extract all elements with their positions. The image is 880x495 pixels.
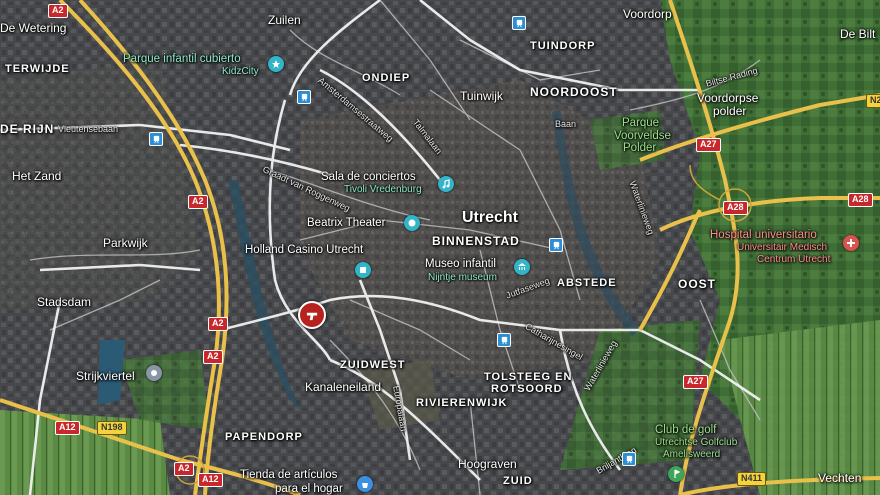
district-label: NOORDOOST: [530, 85, 618, 99]
highway-shield-a2: A2: [48, 4, 68, 18]
district-label: PAPENDORP: [225, 431, 303, 443]
district-label: DE RIJN: [0, 122, 55, 136]
poi-label[interactable]: Utrechtse Golfclub: [655, 438, 737, 448]
place-label: Tuinwijk: [460, 89, 503, 103]
highway-shield-a2: A2: [188, 195, 208, 209]
highway-shield-a2: A2: [203, 350, 223, 364]
music-icon: [442, 179, 450, 189]
place-label: Het Zand: [12, 169, 62, 183]
place-label: Zuilen: [268, 13, 301, 27]
train-station-icon[interactable]: [297, 90, 311, 104]
map-pin-icon[interactable]: [438, 176, 454, 192]
poi-label[interactable]: Museo infantil: [425, 258, 496, 271]
poi-label[interactable]: Tivoli Vredenburg: [344, 185, 422, 195]
map-pin-icon[interactable]: [843, 235, 859, 251]
poi-label[interactable]: Holland Casino Utrecht: [245, 244, 363, 257]
poi-label[interactable]: Parque infantil cubierto: [123, 53, 241, 66]
highway-shield-a2: A2: [208, 317, 228, 331]
train-station-icon[interactable]: [549, 238, 563, 252]
place-label: Hoograven: [458, 457, 517, 471]
train-station-icon[interactable]: [622, 452, 636, 466]
highway-shield-a28: A28: [723, 201, 748, 215]
map-pin-icon[interactable]: [514, 259, 530, 275]
poi-label[interactable]: para el hogar: [275, 483, 343, 495]
poi-label[interactable]: Hospital universitario: [710, 229, 817, 242]
golf-icon: [674, 469, 681, 478]
museum-icon: [518, 263, 526, 270]
poi-label[interactable]: Centrum Utrecht: [757, 255, 830, 265]
highway-shield-a2: A2: [174, 462, 194, 476]
map-pin-icon[interactable]: [268, 56, 284, 72]
district-label: ZUIDWEST: [340, 359, 406, 371]
place-label: Kanaleneiland: [305, 380, 382, 394]
district-label: ROTSOORD: [491, 383, 563, 395]
highway-shield-a12: A12: [198, 473, 223, 487]
map-pin-icon[interactable]: [146, 365, 162, 381]
place-label: Strijkviertel: [76, 369, 135, 383]
casino-icon: [360, 267, 366, 273]
place-label: Vechten: [818, 471, 862, 485]
district-label: ONDIEP: [362, 72, 411, 84]
poi-label[interactable]: Polder: [623, 142, 656, 155]
poi-label[interactable]: Nijntje museum: [428, 273, 497, 283]
road-shield-n237: N237: [866, 94, 880, 108]
highway-shield-a27: A27: [696, 138, 721, 152]
district-label: TERWIJDE: [5, 63, 70, 75]
place-label: De Wetering: [0, 21, 67, 35]
place-label: Stadsdam: [37, 295, 92, 309]
shopping-icon: [362, 483, 368, 488]
place-label: Voordorp: [623, 7, 672, 21]
train-station-icon[interactable]: [149, 132, 163, 146]
poi-label[interactable]: Parque: [622, 117, 659, 130]
district-label: TOLSTEEG EN: [484, 371, 573, 383]
district-label: BINNENSTAD: [432, 234, 520, 248]
poi-label[interactable]: KidzCity: [222, 67, 259, 77]
map-pin-icon[interactable]: [404, 215, 420, 231]
map-view[interactable]: A2 A2 A2 A2 A2 A12 A12 N198 A27 A27 A28 …: [0, 0, 880, 495]
street-label: Vleutensebaan: [58, 124, 119, 134]
city-label: Utrecht: [462, 209, 519, 226]
map-pin-icon[interactable]: [357, 476, 373, 492]
train-station-icon[interactable]: [497, 333, 511, 347]
road-shield-n411: N411: [737, 472, 767, 486]
theater-icon: [408, 219, 416, 227]
poi-label[interactable]: Club de golf: [655, 424, 716, 437]
poi-label[interactable]: Voorveldse: [614, 130, 671, 143]
poi-label[interactable]: Universitair Medisch: [737, 243, 827, 253]
district-label: ABSTEDE: [557, 277, 617, 289]
place-label: Voordorpse: [697, 91, 759, 105]
train-station-icon[interactable]: [512, 16, 526, 30]
highway-shield-a28: A28: [848, 193, 873, 207]
poi-label[interactable]: Sala de conciertos: [321, 171, 416, 184]
district-label: RIVIERENWIJK: [416, 397, 508, 409]
map-pin-icon[interactable]: [668, 466, 684, 482]
place-label: De Bilt: [840, 27, 876, 41]
poi-label[interactable]: Tienda de artículos: [240, 469, 337, 482]
district-label: OOST: [678, 277, 717, 291]
place-label: polder: [713, 104, 747, 118]
highway-shield-a27: A27: [683, 375, 708, 389]
gun-marker-icon[interactable]: [298, 301, 326, 329]
poi-label[interactable]: Beatrix Theater: [307, 217, 385, 230]
place-icon: [151, 370, 157, 376]
map-pin-icon[interactable]: [355, 262, 371, 278]
place-label: Parkwijk: [103, 236, 148, 250]
district-label: ZUID: [503, 475, 533, 487]
road-shield-n198: N198: [97, 421, 127, 435]
pistol-icon: [306, 312, 317, 320]
poi-label[interactable]: Amelisweerd: [663, 450, 720, 460]
street-label: Baan: [555, 119, 577, 129]
highway-shield-a12: A12: [55, 421, 80, 435]
district-label: TUINDORP: [530, 40, 596, 52]
star-icon: [272, 60, 280, 68]
hospital-icon: [847, 239, 855, 247]
